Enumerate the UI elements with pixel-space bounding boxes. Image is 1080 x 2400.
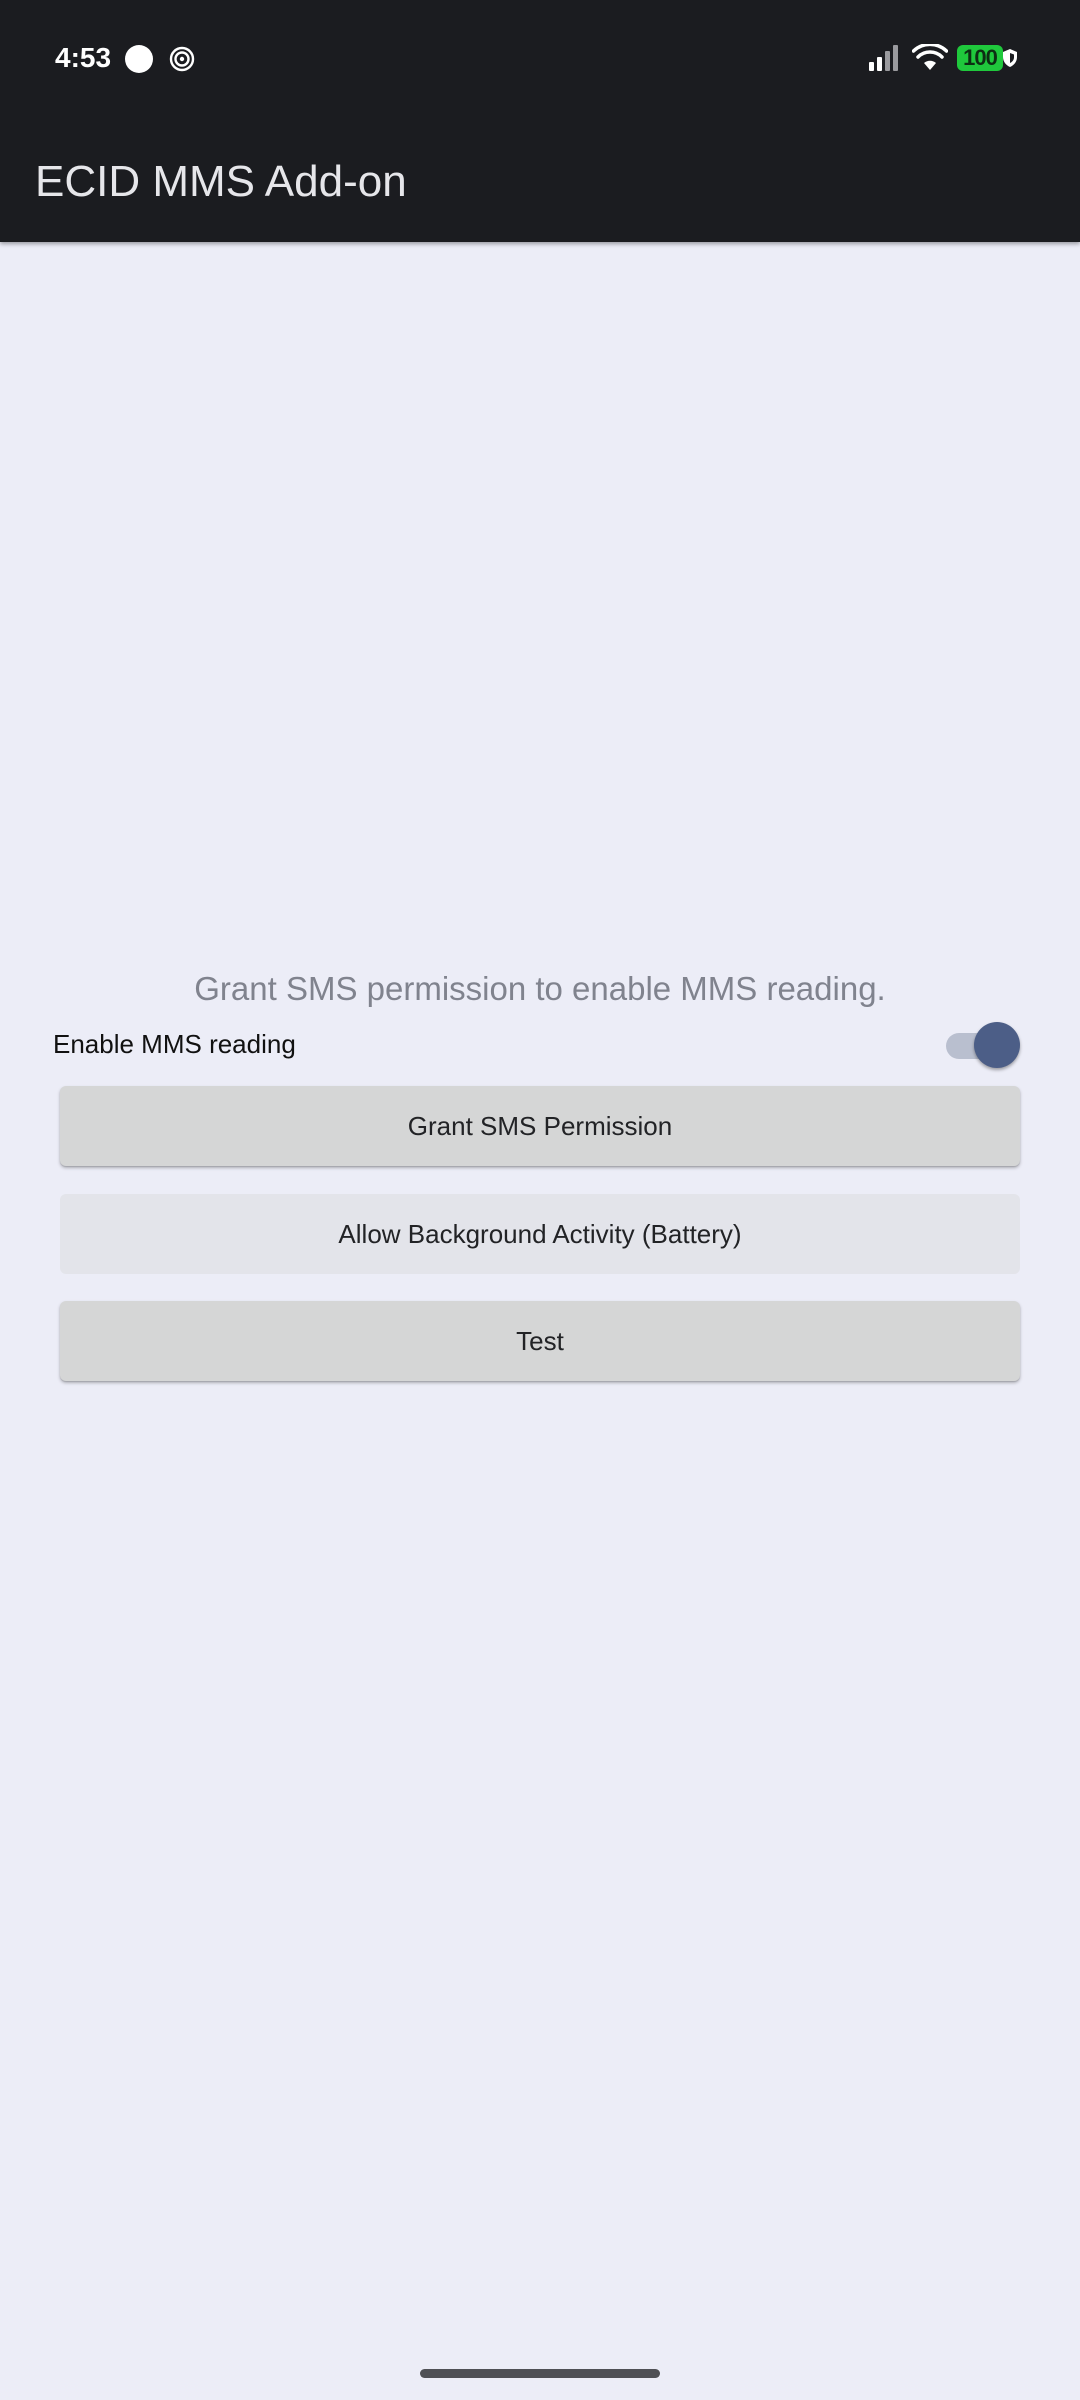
battery-icon: 100 — [957, 45, 1003, 71]
app-screen: 4:53 100 ECID MMS Add-on Grant SMS permi… — [0, 0, 1080, 2400]
enable-mms-switch[interactable] — [944, 1020, 1022, 1068]
enable-mms-label: Enable MMS reading — [53, 1029, 296, 1059]
top-bar: 4:53 100 ECID MMS Add-on — [0, 0, 1080, 242]
wifi-icon — [912, 44, 948, 70]
spiral-icon — [169, 46, 195, 72]
shield-icon — [1003, 49, 1017, 67]
switch-thumb — [974, 1022, 1020, 1068]
home-indicator[interactable] — [420, 2369, 660, 2378]
status-time: 4:53 — [55, 42, 112, 73]
permission-hint-text: Grant SMS permission to enable MMS readi… — [194, 970, 886, 1007]
app-title: ECID MMS Add-on — [35, 157, 407, 206]
allow-background-activity-button[interactable]: Allow Background Activity (Battery) — [60, 1194, 1020, 1274]
test-button[interactable]: Test — [60, 1301, 1020, 1381]
grant-sms-permission-button[interactable]: Grant SMS Permission — [60, 1086, 1020, 1166]
signal-icon — [869, 45, 898, 71]
notification-dot-icon — [125, 45, 153, 73]
